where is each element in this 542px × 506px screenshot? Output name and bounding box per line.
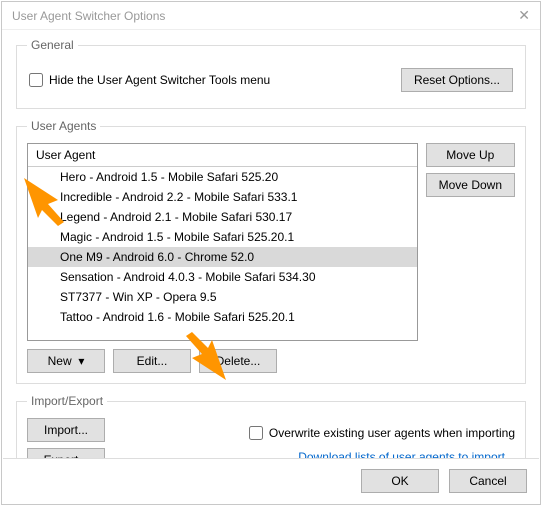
move-down-button[interactable]: Move Down — [426, 173, 515, 197]
cancel-button[interactable]: Cancel — [449, 469, 527, 493]
general-legend: General — [27, 38, 78, 52]
list-item[interactable]: Legend - Android 2.1 - Mobile Safari 530… — [28, 207, 417, 227]
list-item[interactable]: Magic - Android 1.5 - Mobile Safari 525.… — [28, 227, 417, 247]
new-button[interactable]: New ▾ — [27, 349, 105, 373]
import-export-legend: Import/Export — [27, 394, 107, 408]
general-group: General Hide the User Agent Switcher Too… — [16, 38, 526, 109]
hide-menu-label: Hide the User Agent Switcher Tools menu — [49, 73, 270, 87]
hide-menu-checkbox-wrap[interactable]: Hide the User Agent Switcher Tools menu — [29, 73, 270, 87]
list-item[interactable]: Tattoo - Android 1.6 - Mobile Safari 525… — [28, 307, 417, 327]
delete-button[interactable]: Delete... — [199, 349, 277, 373]
user-agent-list-header: User Agent — [28, 144, 417, 167]
overwrite-checkbox-wrap[interactable]: Overwrite existing user agents when impo… — [249, 426, 515, 440]
move-up-button[interactable]: Move Up — [426, 143, 515, 167]
user-agents-legend: User Agents — [27, 119, 100, 133]
ok-button[interactable]: OK — [361, 469, 439, 493]
titlebar: User Agent Switcher Options ✕ — [2, 2, 540, 30]
hide-menu-checkbox[interactable] — [29, 73, 43, 87]
list-item[interactable]: Incredible - Android 2.2 - Mobile Safari… — [28, 187, 417, 207]
chevron-down-icon: ▾ — [78, 354, 84, 368]
footer: OK Cancel — [3, 458, 539, 503]
overwrite-checkbox[interactable] — [249, 426, 263, 440]
window-title: User Agent Switcher Options — [12, 9, 165, 23]
overwrite-label: Overwrite existing user agents when impo… — [269, 426, 515, 440]
list-item[interactable]: Hero - Android 1.5 - Mobile Safari 525.2… — [28, 167, 417, 187]
list-item[interactable]: ST7377 - Win XP - Opera 9.5 — [28, 287, 417, 307]
reset-options-button[interactable]: Reset Options... — [401, 68, 513, 92]
edit-button[interactable]: Edit... — [113, 349, 191, 373]
list-item[interactable]: Sensation - Android 4.0.3 - Mobile Safar… — [28, 267, 417, 287]
user-agents-group: User Agents User Agent Hero - Android 1.… — [16, 119, 526, 384]
list-item[interactable]: One M9 - Android 6.0 - Chrome 52.0 — [28, 247, 417, 267]
user-agent-list[interactable]: User Agent Hero - Android 1.5 - Mobile S… — [27, 143, 418, 341]
import-button[interactable]: Import... — [27, 418, 105, 442]
close-icon[interactable]: ✕ — [500, 7, 530, 24]
